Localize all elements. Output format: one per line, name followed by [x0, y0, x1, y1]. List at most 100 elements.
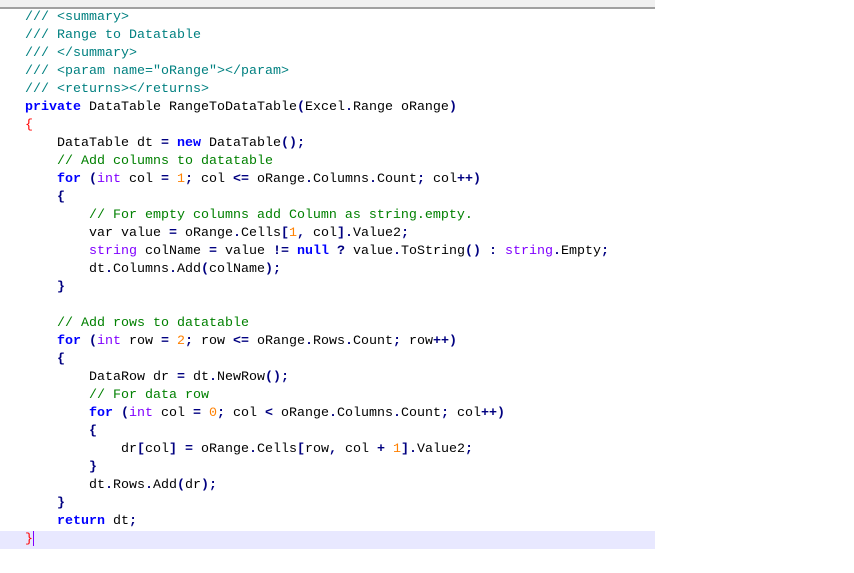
code-token: . [344, 100, 353, 115]
code-line[interactable]: // For data row [0, 387, 655, 405]
code-token: colName [208, 262, 265, 277]
code-token: ? [336, 244, 345, 259]
code-line[interactable]: for (int col = 1; col <= oRange.Columns.… [0, 171, 655, 189]
code-line[interactable]: } [0, 279, 655, 297]
code-line[interactable]: /// <summary> [0, 9, 655, 27]
code-token: // Add rows to datatable [25, 316, 249, 331]
code-token: [ [280, 226, 289, 241]
code-line[interactable] [0, 297, 655, 315]
code-token: Cells [256, 442, 297, 457]
code-token: for [57, 172, 81, 187]
code-token: col [449, 406, 481, 421]
code-token: col [121, 172, 161, 187]
code-token: . [248, 442, 257, 457]
code-token: ; [185, 334, 193, 349]
code-line[interactable]: // Add rows to datatable [0, 315, 655, 333]
code-line[interactable]: dt.Rows.Add(dr); [0, 477, 655, 495]
code-token: . [104, 262, 113, 277]
code-line[interactable]: /// <returns></returns> [0, 81, 655, 99]
editor-top-border [0, 0, 655, 9]
code-token: 0 [209, 406, 217, 421]
code-token: <= [233, 172, 249, 187]
code-token: dt [25, 262, 105, 277]
code-token: != [272, 244, 289, 259]
code-token: private [25, 100, 81, 115]
code-token: return [57, 514, 105, 529]
code-token: ( [176, 478, 185, 493]
code-line[interactable]: // Add columns to datatable [0, 153, 655, 171]
code-token: ; [441, 406, 449, 421]
code-token: DataRow dr [25, 370, 177, 385]
code-line[interactable]: { [0, 351, 655, 369]
code-line[interactable]: { [0, 423, 655, 441]
code-token: Cells [240, 226, 281, 241]
code-token: . [232, 226, 241, 241]
code-editor[interactable]: /// <summary> /// Range to Datatable /// <… [0, 9, 655, 549]
code-line[interactable]: private DataTable RangeToDataTable(Excel… [0, 99, 655, 117]
code-token: = [160, 136, 169, 151]
code-line[interactable]: /// <param name="oRange"></param> [0, 63, 655, 81]
code-token: dr [184, 478, 201, 493]
code-token: ( [200, 262, 209, 277]
code-token: 2 [177, 334, 185, 349]
code-token: { [25, 118, 33, 133]
code-token: . [345, 334, 353, 349]
code-token: dt [184, 370, 209, 385]
code-token: { [89, 424, 97, 439]
code-token: ; [185, 172, 193, 187]
code-line[interactable]: var value = oRange.Cells[1, col].Value2; [0, 225, 655, 243]
code-token: Columns [337, 406, 393, 421]
code-token: ( [121, 406, 129, 421]
code-line[interactable]: for (int row = 2; row <= oRange.Rows.Cou… [0, 333, 655, 351]
code-token: Count [401, 406, 441, 421]
code-token: col [153, 406, 193, 421]
code-token: ( [89, 334, 97, 349]
code-token: ; [464, 442, 473, 457]
code-line[interactable]: // For empty columns add Column as strin… [0, 207, 655, 225]
code-token: . [168, 262, 177, 277]
code-line[interactable]: /// Range to Datatable [0, 27, 655, 45]
code-line[interactable]: dt.Columns.Add(colName); [0, 261, 655, 279]
code-token: . [305, 334, 313, 349]
code-line[interactable]: string colName = value != null ? value.T… [0, 243, 655, 261]
code-token: } [57, 496, 65, 511]
code-token: oRange [176, 226, 233, 241]
code-line[interactable]: } [0, 459, 655, 477]
code-token: int [97, 334, 121, 349]
code-line[interactable]: { [0, 117, 655, 135]
code-token: /// <returns></returns> [25, 82, 209, 97]
code-token: } [57, 280, 65, 295]
code-token: row [193, 334, 233, 349]
code-line[interactable]: dr[col] = oRange.Cells[row, col + 1].Val… [0, 441, 655, 459]
code-line[interactable]: return dt; [0, 513, 655, 531]
code-token: col [225, 406, 265, 421]
code-token: Range oRange [352, 100, 449, 115]
code-token: ToString [400, 244, 465, 259]
code-line[interactable]: DataRow dr = dt.NewRow(); [0, 369, 655, 387]
code-line[interactable]: { [0, 189, 655, 207]
code-token: for [57, 334, 81, 349]
code-token: = [184, 442, 193, 457]
code-token: ] [168, 442, 177, 457]
text-caret [33, 531, 34, 546]
code-line[interactable]: /// </summary> [0, 45, 655, 63]
code-token: value [216, 244, 273, 259]
code-line[interactable]: } [0, 531, 655, 549]
code-line[interactable]: for (int col = 0; col < oRange.Columns.C… [0, 405, 655, 423]
code-token: } [25, 532, 33, 548]
code-token: // Add columns to datatable [25, 154, 273, 169]
code-token: . [305, 172, 313, 187]
code-line[interactable]: } [0, 495, 655, 513]
code-token: string [504, 244, 553, 259]
code-line[interactable]: DataTable dt = new DataTable(); [0, 135, 655, 153]
code-token: [ [296, 442, 305, 457]
